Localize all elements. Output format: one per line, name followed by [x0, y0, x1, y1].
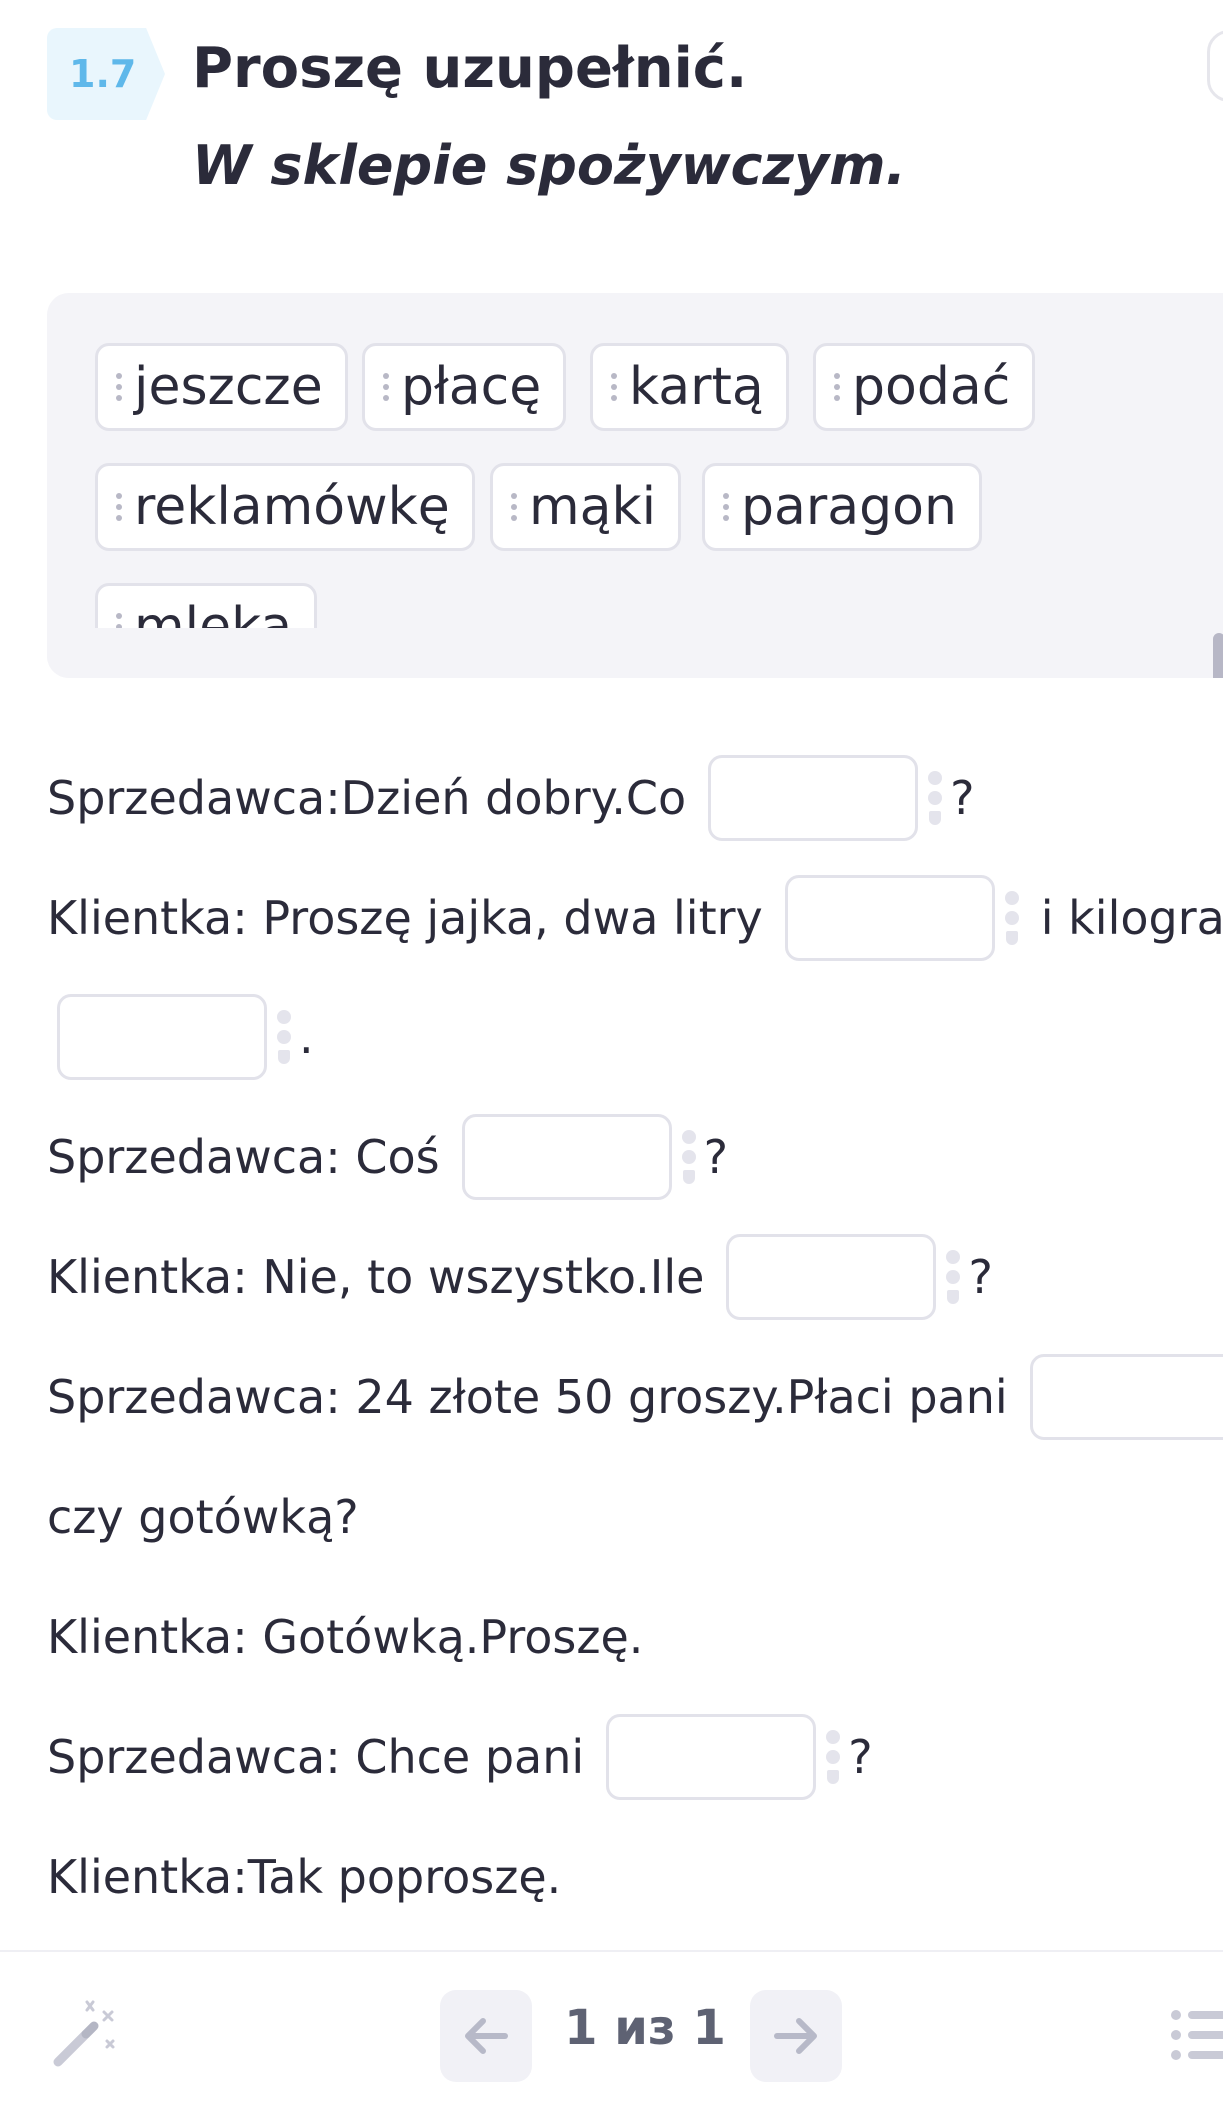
dialogue-text: .	[299, 1010, 314, 1064]
dialogue-line: Klientka: Gotówką.Proszę.	[47, 1591, 643, 1683]
answer-gap[interactable]	[726, 1234, 937, 1320]
dialogue-text: Sprzedawca: Coś	[47, 1130, 440, 1184]
page-indicator: 1 из 1	[564, 2000, 726, 2056]
drag-handle-icon	[611, 373, 617, 401]
magic-wand-icon[interactable]	[50, 2000, 120, 2070]
dialogue-text: czy gotówką?	[47, 1490, 359, 1544]
dialogue-line: Klientka:Tak poproszę.	[47, 1831, 561, 1923]
dialogue-text: Klientka:Tak poproszę.	[47, 1850, 562, 1904]
dialogue-text: Sprzedawca:Dzień dobry.Co	[47, 771, 687, 825]
word-chip[interactable]: reklamówkę	[95, 463, 475, 551]
gap-handle-icon	[681, 1130, 696, 1184]
answer-gap[interactable]	[606, 1714, 817, 1800]
word-chip-label: reklamówkę	[134, 477, 450, 537]
page-subtitle: W sklepie spożywczym.	[192, 134, 906, 197]
word-chip[interactable]: mąki	[490, 463, 682, 551]
word-chip-label: paragon	[741, 477, 957, 537]
dialogue-text: ?	[848, 1730, 873, 1784]
drag-handle-icon	[383, 373, 389, 401]
dialogue-text: Klientka: Gotówką.Proszę.	[47, 1610, 644, 1664]
arrow-right-icon	[774, 2018, 817, 2054]
answer-gap[interactable]	[57, 994, 267, 1080]
dialogue-text: ?	[703, 1130, 729, 1184]
dialogue-line: Sprzedawca: Coś ?	[47, 1111, 728, 1203]
answer-gap[interactable]	[1029, 1354, 1223, 1440]
drag-handle-icon	[511, 493, 517, 521]
word-bank[interactable]: jeszcze płacę kartą podać reklamówkę mąk…	[47, 293, 1223, 678]
word-bank-cutoff	[47, 628, 1223, 678]
word-chip-label: kartą	[629, 357, 764, 417]
previous-page-button[interactable]	[440, 1990, 532, 2082]
answer-gap[interactable]	[708, 755, 919, 841]
header-menu-button[interactable]	[1207, 30, 1223, 102]
drag-handle-icon	[116, 373, 122, 401]
arrow-left-icon	[465, 2018, 508, 2054]
dialogue-line: Sprzedawca: Chce pani ?	[47, 1711, 873, 1803]
drag-handle-icon	[834, 373, 840, 401]
dialogue-text: Sprzedawca: Chce pani	[47, 1730, 585, 1784]
dialogue-line: Klientka: Nie, to wszystko.Ile ?	[47, 1231, 993, 1323]
gap-handle-icon	[277, 1010, 291, 1064]
dialogue-line: czy gotówką?	[47, 1471, 359, 1563]
word-chip[interactable]: podać	[813, 343, 1036, 431]
answer-gap[interactable]	[784, 875, 995, 961]
word-chip-label: mąki	[529, 477, 657, 537]
list-icon[interactable]	[1170, 2005, 1223, 2065]
word-chip[interactable]: płacę	[362, 343, 567, 431]
dialogue-text: i kilogram	[1040, 891, 1223, 945]
gap-handle-icon	[1004, 891, 1019, 945]
word-chip-label: płacę	[401, 357, 542, 417]
dialogue-line: Klientka: Proszę jajka, dwa litry i kilo…	[47, 872, 1223, 964]
drag-handle-icon	[116, 493, 122, 521]
next-page-button[interactable]	[750, 1990, 842, 2082]
dialogue-text: Klientka: Nie, to wszystko.Ile	[47, 1250, 705, 1304]
gap-handle-icon	[826, 1730, 841, 1784]
dialogue-line: Sprzedawca:Dzień dobry.Co ?	[47, 752, 975, 844]
gap-handle-icon	[946, 1250, 961, 1304]
word-chip[interactable]: paragon	[702, 463, 982, 551]
exercise-number-badge: 1.7	[47, 28, 165, 120]
word-chip[interactable]: jeszcze	[95, 343, 348, 431]
word-bank-scroll-thumb[interactable]	[1213, 633, 1223, 678]
exercise-number: 1.7	[69, 52, 137, 96]
dialogue-line: Sprzedawca: 24 złote 50 groszy.Płaci pan…	[47, 1351, 1223, 1443]
gap-handle-icon	[928, 771, 943, 825]
dialogue-text: ?	[968, 1250, 993, 1304]
drag-handle-icon	[723, 493, 729, 521]
word-chip-label: podać	[852, 357, 1011, 417]
dialogue-line: .	[47, 991, 314, 1083]
dialogue-text: Klientka: Proszę jajka, dwa litry	[47, 891, 763, 945]
page-title: Proszę uzupełnić.	[192, 36, 748, 101]
word-chip-label: jeszcze	[134, 357, 323, 417]
dialogue-text: ?	[950, 771, 975, 825]
word-chip[interactable]: kartą	[590, 343, 789, 431]
dialogue-text: Sprzedawca: 24 złote 50 groszy.Płaci pan…	[47, 1370, 1008, 1424]
answer-gap[interactable]	[461, 1114, 672, 1200]
